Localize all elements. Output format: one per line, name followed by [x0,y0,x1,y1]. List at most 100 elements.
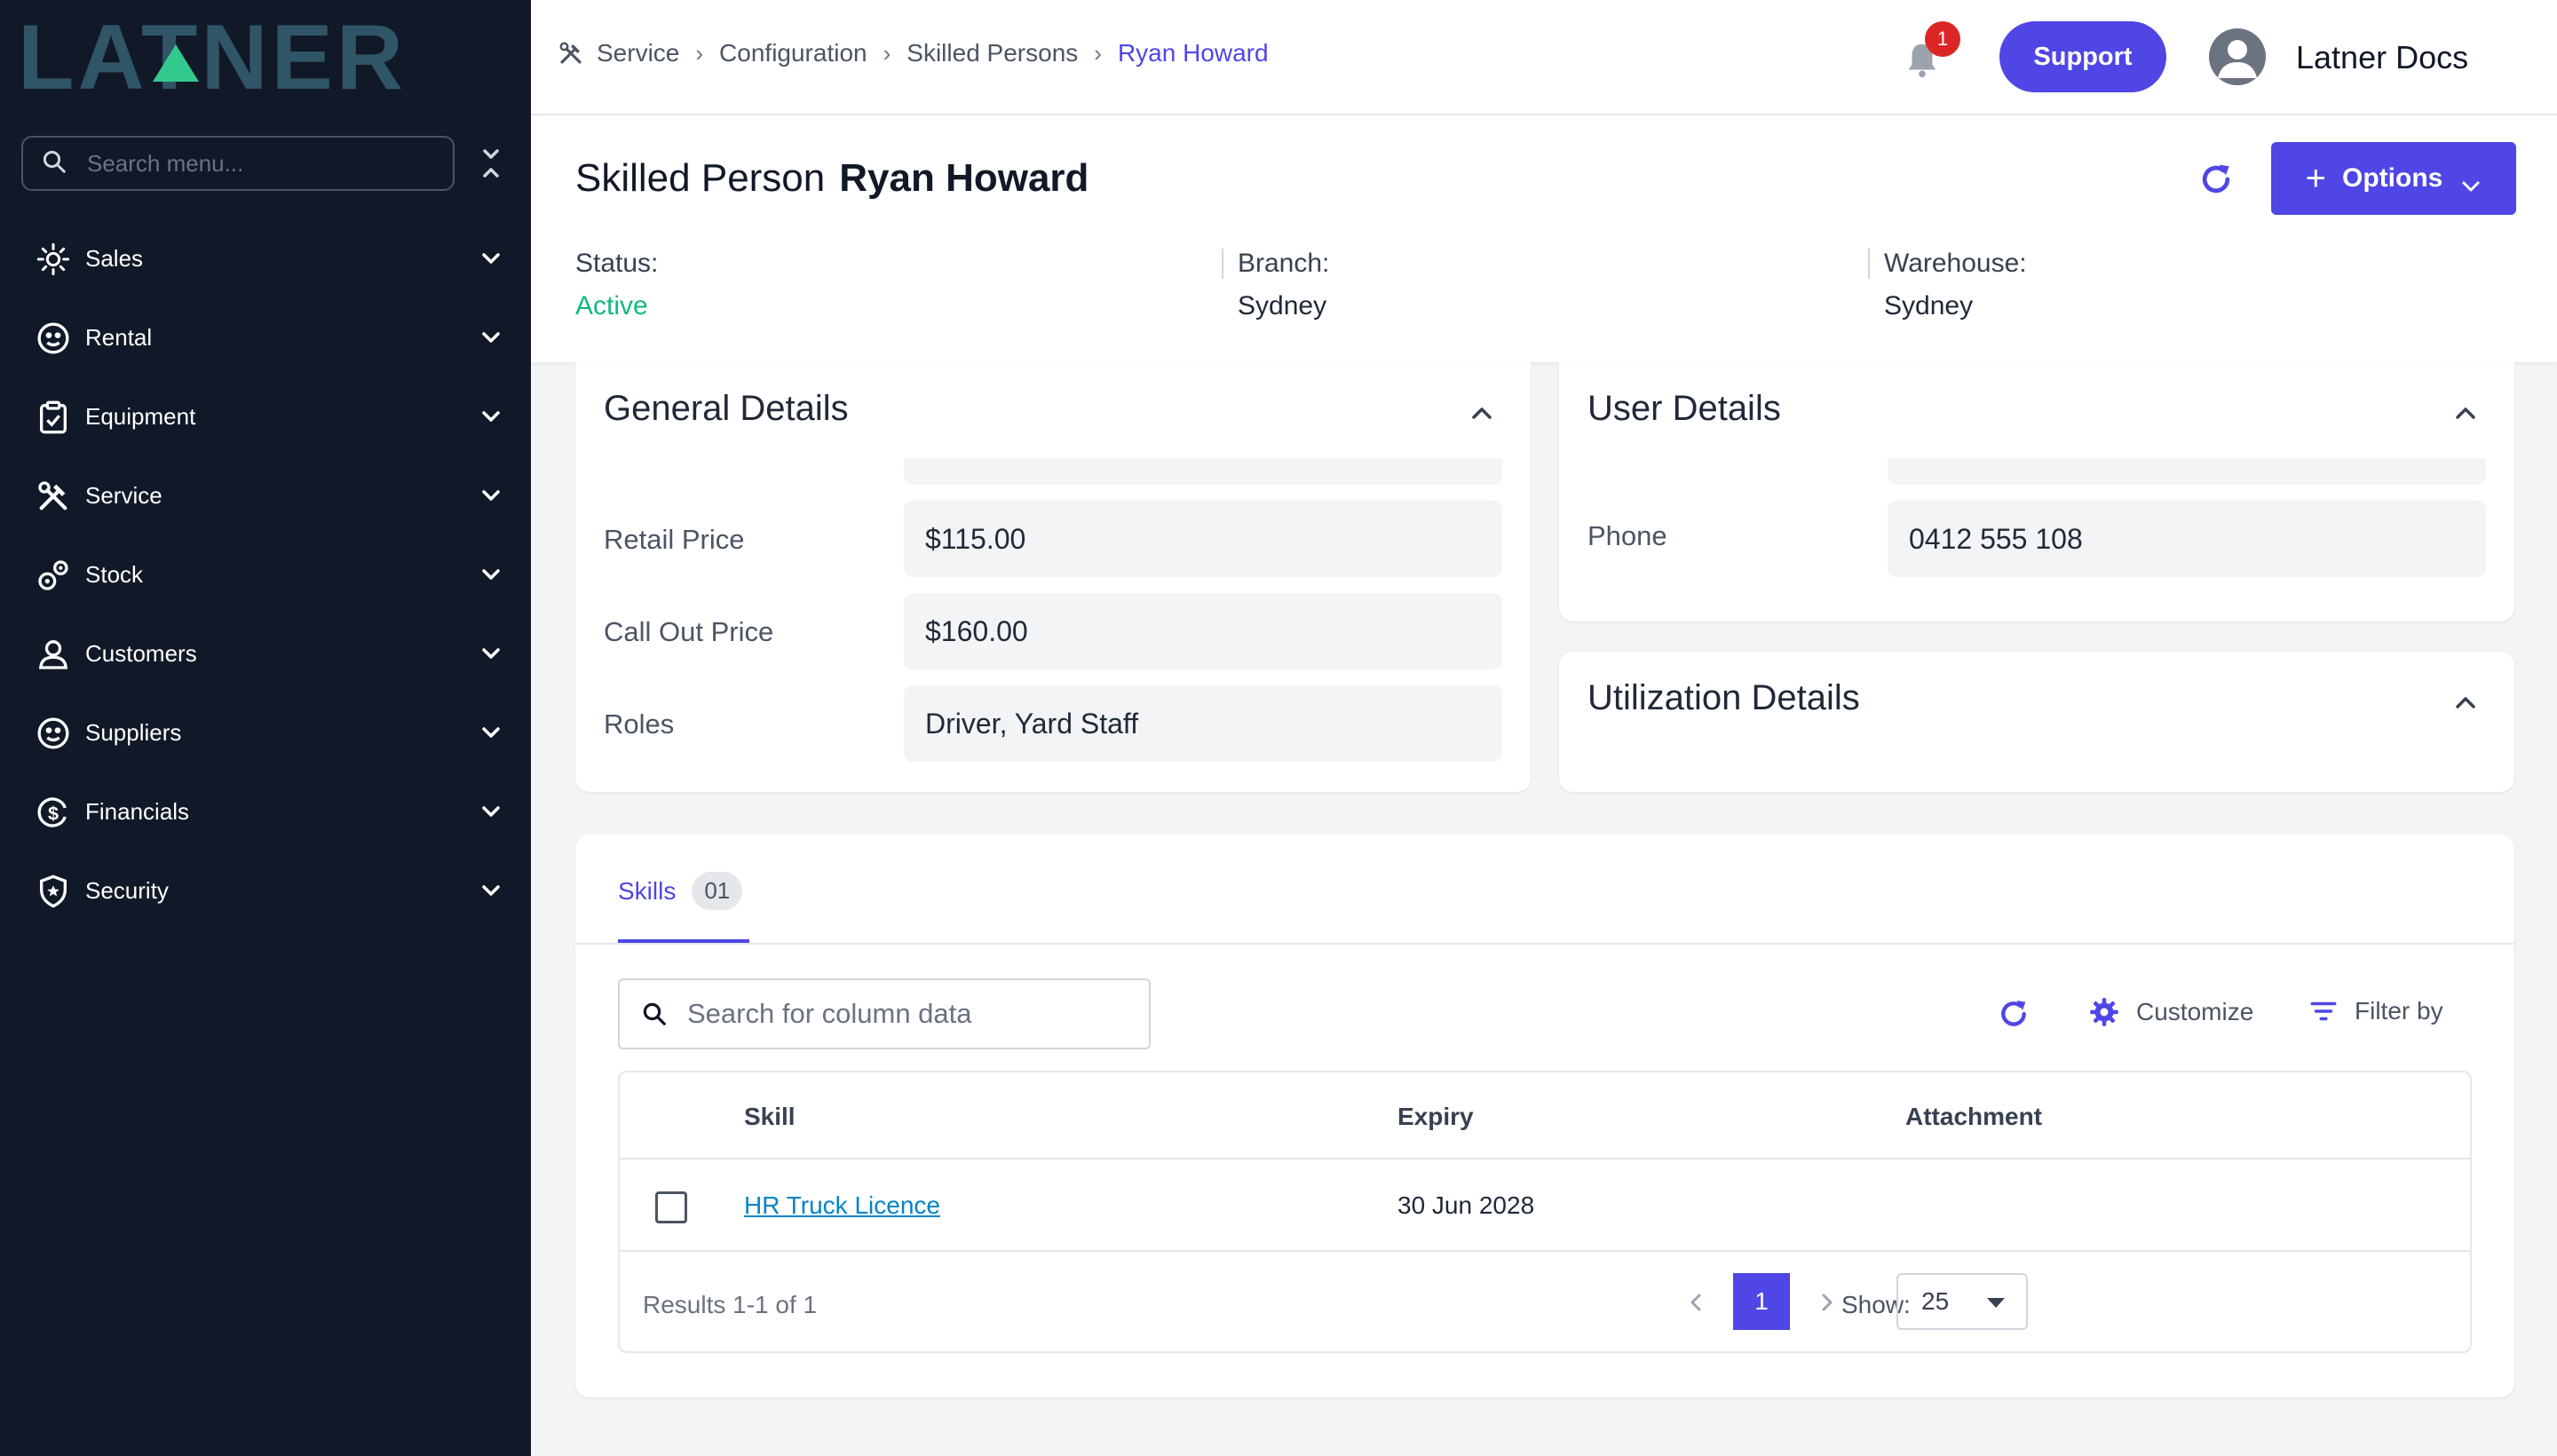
breadcrumb-configuration[interactable]: Configuration [719,39,867,67]
sidebar-item-rental[interactable]: Rental [0,298,531,377]
svg-text:$: $ [48,802,59,824]
status-value: Active [575,291,648,320]
clipboard-icon [34,398,73,437]
chevron-down-icon [478,801,504,824]
column-header-skill[interactable]: Skill [744,1103,796,1131]
table-header: Skill Expiry Attachment [620,1072,2470,1159]
sidebar-item-label: Security [85,877,169,904]
chevron-up-icon[interactable] [2452,403,2479,423]
customize-label: Customize [2136,998,2254,1025]
gear-icon [2088,996,2136,1028]
chevron-down-icon [478,643,504,666]
chevron-up-icon[interactable] [2452,692,2479,712]
branch-field: Branch: Sydney [1238,249,1329,321]
title-prefix: Skilled Person [575,156,826,200]
search-icon [641,1001,668,1027]
sidebar-item-customers[interactable]: Customers [0,614,531,693]
sidebar-item-label: Stock [85,561,144,588]
customize-button[interactable]: Customize [2088,996,2253,1028]
sidebar-item-label: Financials [85,798,190,825]
tab-count-badge: 01 [692,872,743,910]
sidebar-search-input[interactable] [87,149,442,178]
table-row: HR Truck Licence 30 Jun 2028 [620,1159,2470,1252]
dollar-icon: $ [34,793,73,832]
record-header: Skilled Person Ryan Howard + Options Stat… [531,115,2557,362]
row-checkbox[interactable] [655,1191,687,1223]
divider [1868,249,1870,279]
chevron-down-icon [2460,171,2482,192]
sidebar-item-stock[interactable]: Stock [0,535,531,614]
filter-icon [2308,996,2355,1026]
chevron-down-icon [478,248,504,271]
phone-field[interactable]: 0412 555 108 [1888,501,2486,577]
shield-icon [34,872,73,911]
options-label: Options [2342,163,2443,193]
chevron-up-icon[interactable] [1468,403,1495,423]
branch-label: Branch: [1238,249,1330,278]
chevron-down-icon [478,564,504,587]
skills-table: Skill Expiry Attachment HR Truck Licence… [618,1071,2472,1353]
hidden-field-box[interactable] [1888,458,2486,485]
sidebar-search[interactable] [21,136,455,191]
notification-badge: 1 [1925,21,1960,57]
column-header-expiry[interactable]: Expiry [1397,1103,1474,1131]
chevron-down-icon [478,485,504,508]
sidebar-item-service[interactable]: Service [0,456,531,535]
sidebar-item-label: Service [85,482,162,509]
page-size-select[interactable]: 25 [1896,1273,2028,1330]
chevron-left-icon[interactable] [1687,1289,1705,1316]
table-search[interactable] [618,978,1151,1049]
page-size-value: 25 [1921,1287,1950,1315]
options-button[interactable]: + Options [2271,142,2516,215]
breadcrumb: Service › Configuration › Skilled Person… [558,39,1269,67]
sidebar-item-security[interactable]: Security [0,851,531,930]
filter-button[interactable]: Filter by [2308,996,2443,1026]
tab-skills[interactable]: Skills 01 [618,872,743,910]
search-icon [41,148,67,179]
sidebar-item-label: Equipment [85,403,196,430]
chevron-right-icon: › [1094,39,1102,67]
sidebar-item-suppliers[interactable]: Suppliers [0,693,531,772]
expiry-cell: 30 Jun 2028 [1397,1191,1535,1219]
breadcrumb-service[interactable]: Service [597,39,679,67]
status-field: Status: Active [575,249,658,321]
avatar[interactable] [2209,28,2266,85]
sidebar-item-label: Suppliers [85,719,182,746]
skills-panel: Skills 01 Customize Filter by Skill Expi… [575,835,2514,1397]
sidebar-item-sales[interactable]: Sales [0,219,531,298]
card-title: User Details [1587,389,1781,428]
user-name[interactable]: Latner Docs [2296,39,2468,76]
top-bar: Service › Configuration › Skilled Person… [531,0,2557,115]
retail-price-field[interactable]: $115.00 [904,501,1502,577]
chevron-down-icon [478,722,504,745]
sidebar-item-financials[interactable]: $ Financials [0,772,531,851]
stock-icon [34,556,73,595]
chevron-right-icon: › [883,39,891,67]
caret-down-icon [1987,1298,2005,1308]
hidden-field-box[interactable] [904,458,1502,485]
chevron-right-icon[interactable] [1818,1289,1836,1316]
tab-label: Skills [618,876,677,905]
page-button-current[interactable]: 1 [1733,1273,1790,1330]
roles-field[interactable]: Driver, Yard Staff [904,685,1502,762]
sidebar-item-label: Sales [85,245,144,272]
suppliers-icon [34,714,73,753]
call-out-price-field[interactable]: $160.00 [904,593,1502,669]
filter-label: Filter by [2355,997,2443,1025]
skill-link[interactable]: HR Truck Licence [744,1191,940,1220]
refresh-icon[interactable] [1996,996,2047,1032]
chevron-down-icon [478,327,504,350]
sidebar-item-equipment[interactable]: Equipment [0,377,531,456]
logo-triangle-icon [153,44,199,82]
latner-logo[interactable]: LATNER [18,12,497,104]
support-button[interactable]: Support [1999,21,2166,92]
breadcrumb-skilled-persons[interactable]: Skilled Persons [906,39,1078,67]
refresh-icon[interactable] [2197,160,2236,199]
user-details-card: User Details Phone 0412 555 108 [1559,362,2514,621]
tab-divider [575,943,2514,945]
collapse-sidebar-icon[interactable] [478,146,504,181]
column-header-attachment[interactable]: Attachment [1905,1103,2042,1131]
title-name: Ryan Howard [839,156,1089,200]
table-search-input[interactable] [687,998,1149,1030]
field-label: Call Out Price [604,616,774,647]
